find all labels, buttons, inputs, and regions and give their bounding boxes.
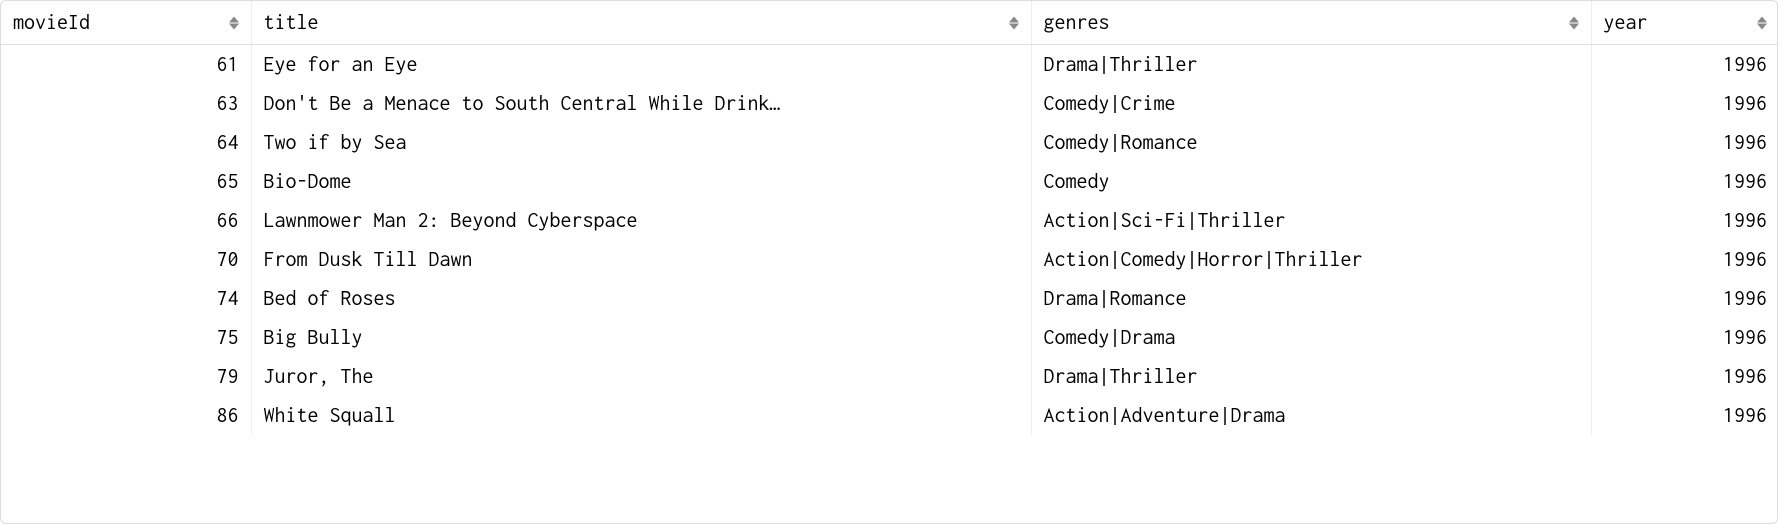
table-row[interactable]: 75Big BullyComedy|Drama1996 xyxy=(1,318,1778,357)
table-cell-year: 1996 xyxy=(1591,201,1778,240)
table-cell-year: 1996 xyxy=(1591,84,1778,123)
table-cell-movieId: 75 xyxy=(1,318,251,357)
table-cell-year: 1996 xyxy=(1591,279,1778,318)
table-cell-genres: Action|Adventure|Drama xyxy=(1031,396,1591,435)
table-header-row: movieId title genres xyxy=(1,1,1778,45)
sort-icon[interactable] xyxy=(1757,16,1767,29)
column-header-movieid[interactable]: movieId xyxy=(1,1,251,45)
table-row[interactable]: 79Juror, TheDrama|Thriller1996 xyxy=(1,357,1778,396)
table-cell-movieId: 61 xyxy=(1,45,251,85)
table-row[interactable]: 86White SquallAction|Adventure|Drama1996 xyxy=(1,396,1778,435)
table-cell-movieId: 79 xyxy=(1,357,251,396)
table-cell-genres: Comedy|Drama xyxy=(1031,318,1591,357)
table-cell-genres: Drama|Romance xyxy=(1031,279,1591,318)
table-cell-title: Juror, The xyxy=(251,357,1031,396)
table-cell-movieId: 63 xyxy=(1,84,251,123)
table-cell-genres: Comedy|Romance xyxy=(1031,123,1591,162)
table-cell-title: Bed of Roses xyxy=(251,279,1031,318)
table-cell-year: 1996 xyxy=(1591,357,1778,396)
table-cell-genres: Comedy xyxy=(1031,162,1591,201)
table-cell-title: From Dusk Till Dawn xyxy=(251,240,1031,279)
table-row[interactable]: 63Don't Be a Menace to South Central Whi… xyxy=(1,84,1778,123)
table-cell-title: Big Bully xyxy=(251,318,1031,357)
table-row[interactable]: 65Bio-DomeComedy1996 xyxy=(1,162,1778,201)
table-cell-movieId: 70 xyxy=(1,240,251,279)
table-row[interactable]: 64Two if by SeaComedy|Romance1996 xyxy=(1,123,1778,162)
data-table: movieId title genres xyxy=(1,1,1778,435)
column-header-year[interactable]: year xyxy=(1591,1,1778,45)
table-cell-genres: Action|Comedy|Horror|Thriller xyxy=(1031,240,1591,279)
table-cell-genres: Action|Sci-Fi|Thriller xyxy=(1031,201,1591,240)
table-cell-genres: Drama|Thriller xyxy=(1031,357,1591,396)
table-cell-genres: Drama|Thriller xyxy=(1031,45,1591,85)
table-cell-movieId: 65 xyxy=(1,162,251,201)
table-cell-year: 1996 xyxy=(1591,162,1778,201)
table-cell-title: Eye for an Eye xyxy=(251,45,1031,85)
table-cell-movieId: 64 xyxy=(1,123,251,162)
table-cell-title: White Squall xyxy=(251,396,1031,435)
table-body: 61Eye for an EyeDrama|Thriller199663Don'… xyxy=(1,45,1778,436)
table-row[interactable]: 70From Dusk Till DawnAction|Comedy|Horro… xyxy=(1,240,1778,279)
column-header-label: genres xyxy=(1044,11,1110,34)
sort-icon[interactable] xyxy=(1569,16,1579,29)
table-cell-year: 1996 xyxy=(1591,123,1778,162)
table-cell-title: Bio-Dome xyxy=(251,162,1031,201)
table-cell-title: Don't Be a Menace to South Central While… xyxy=(251,84,1031,123)
table-cell-movieId: 86 xyxy=(1,396,251,435)
table-cell-year: 1996 xyxy=(1591,318,1778,357)
table-cell-movieId: 74 xyxy=(1,279,251,318)
column-header-label: year xyxy=(1604,11,1648,34)
table-cell-year: 1996 xyxy=(1591,396,1778,435)
table-cell-year: 1996 xyxy=(1591,45,1778,85)
table-row[interactable]: 61Eye for an EyeDrama|Thriller1996 xyxy=(1,45,1778,85)
table-cell-genres: Comedy|Crime xyxy=(1031,84,1591,123)
column-header-label: movieId xyxy=(13,11,90,34)
table-row[interactable]: 74Bed of RosesDrama|Romance1996 xyxy=(1,279,1778,318)
table-row[interactable]: 66Lawnmower Man 2: Beyond CyberspaceActi… xyxy=(1,201,1778,240)
sort-icon[interactable] xyxy=(1009,16,1019,29)
table-cell-title: Lawnmower Man 2: Beyond Cyberspace xyxy=(251,201,1031,240)
column-header-label: title xyxy=(264,11,319,34)
table-cell-year: 1996 xyxy=(1591,240,1778,279)
column-header-title[interactable]: title xyxy=(251,1,1031,45)
table-cell-movieId: 66 xyxy=(1,201,251,240)
table-cell-title: Two if by Sea xyxy=(251,123,1031,162)
sort-icon[interactable] xyxy=(229,16,239,29)
data-table-container: movieId title genres xyxy=(0,0,1778,524)
column-header-genres[interactable]: genres xyxy=(1031,1,1591,45)
